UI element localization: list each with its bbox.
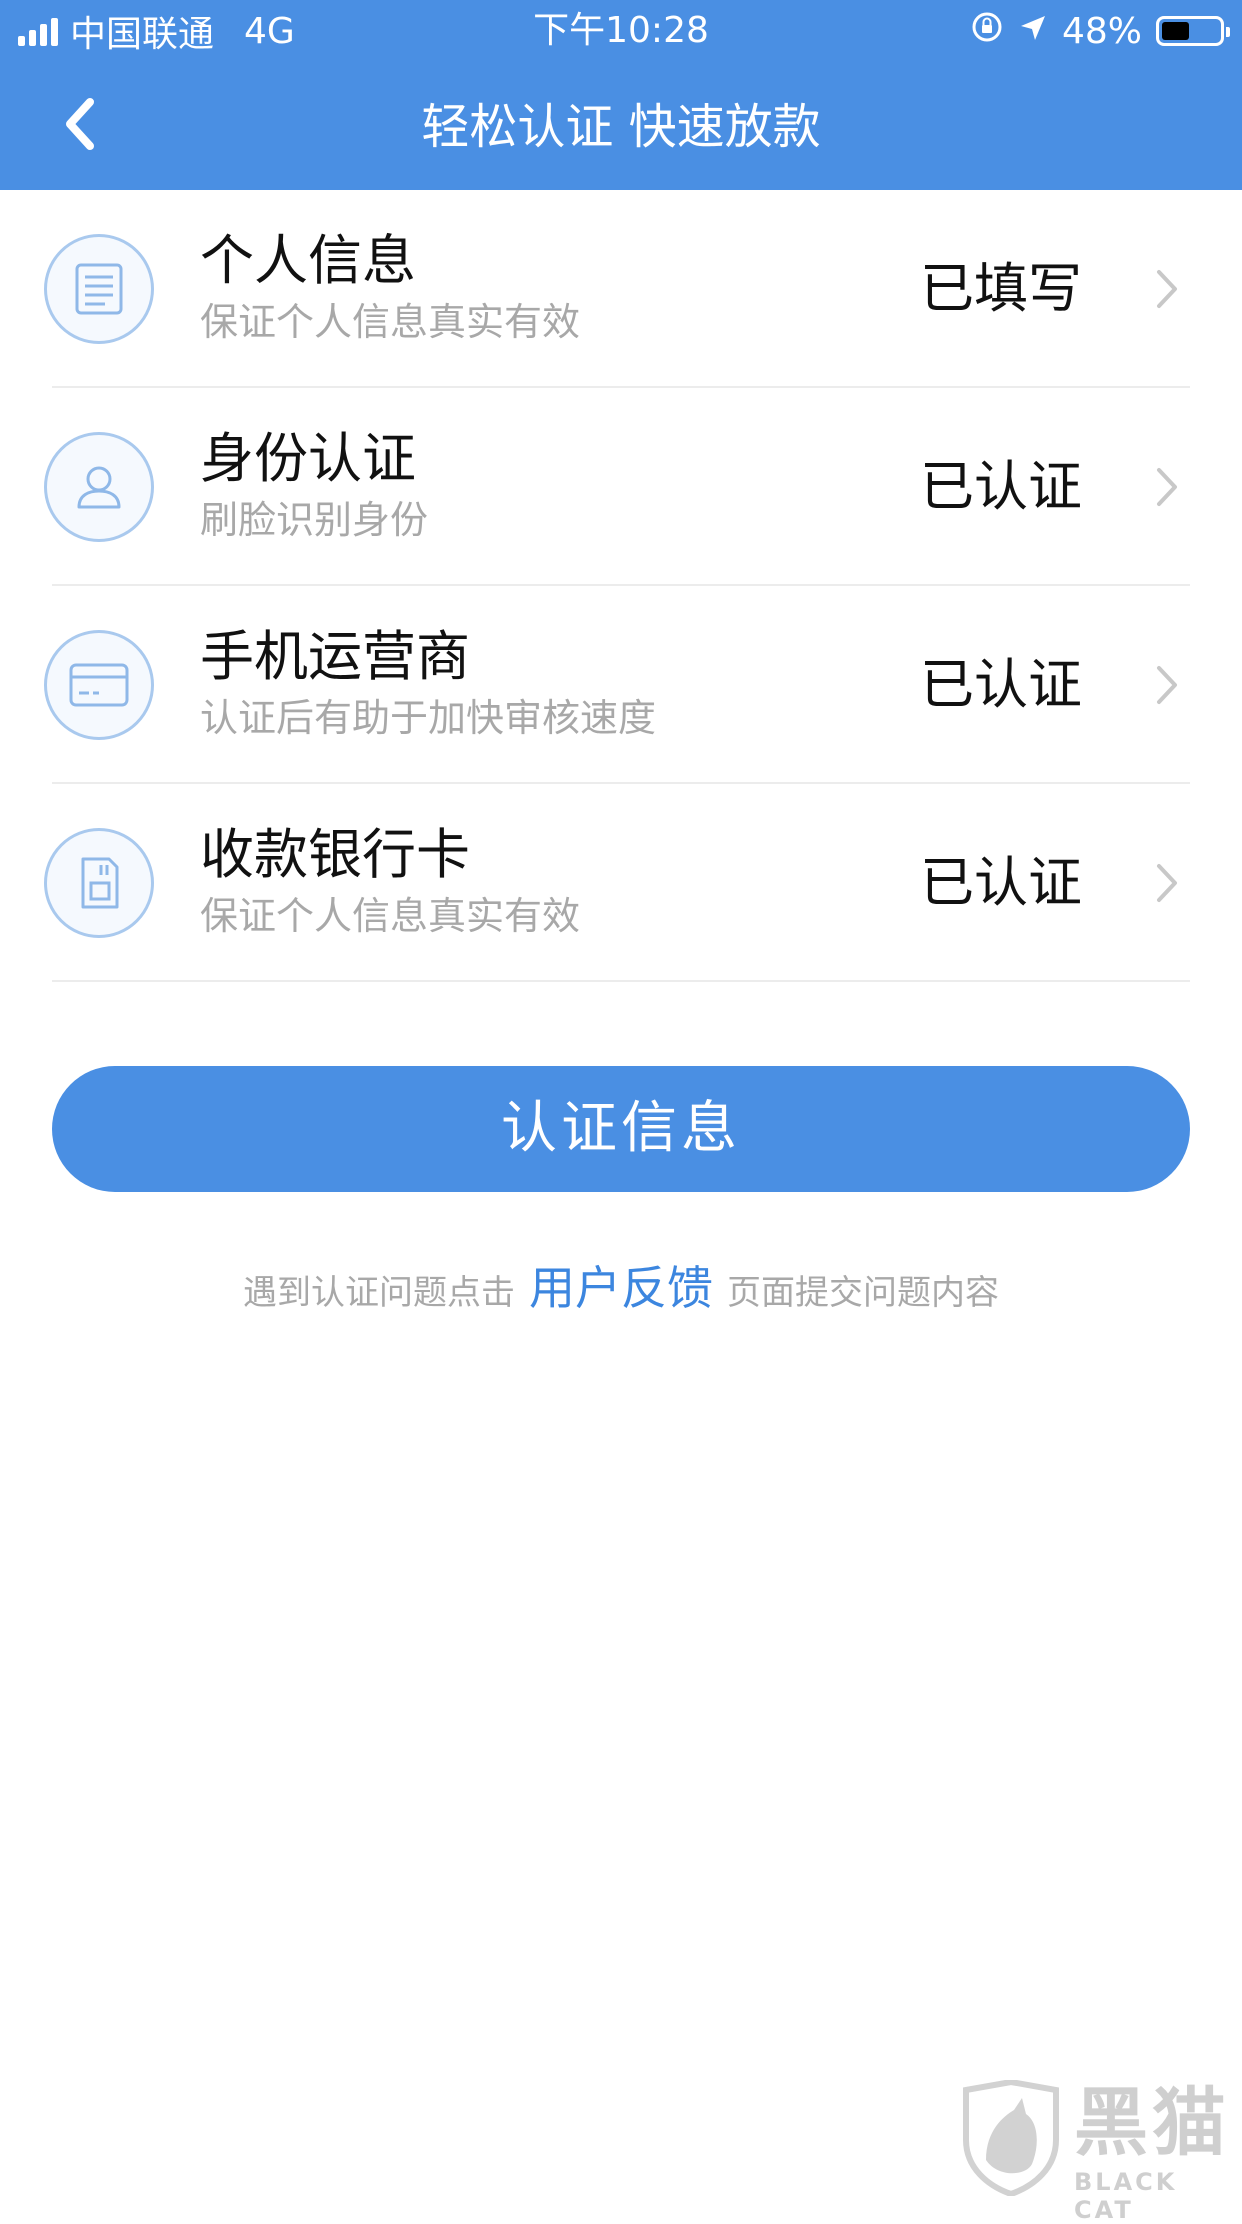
item-subtitle: 刷脸识别身份 (200, 498, 429, 542)
status-bar-right: 48% (970, 10, 1230, 53)
watermark-text: 黑猫 (1074, 2080, 1230, 2166)
item-status: 已填写 (920, 257, 1082, 320)
chevron-right-icon (1142, 858, 1192, 908)
divider (52, 980, 1190, 982)
watermark-logo: 黑猫 BLACK CAT (956, 2080, 1236, 2224)
item-title: 手机运营商 (200, 625, 470, 688)
item-title: 个人信息 (200, 229, 416, 292)
item-subtitle: 保证个人信息真实有效 (200, 300, 581, 344)
item-status: 已认证 (920, 653, 1082, 716)
card-icon (44, 630, 154, 740)
list-item-personal-info[interactable]: 个人信息 保证个人信息真实有效 已填写 (0, 190, 1242, 388)
item-subtitle: 认证后有助于加快审核速度 (200, 696, 657, 740)
hint-text-before: 遇到认证问题点击 (243, 1273, 515, 1313)
document-icon (44, 234, 154, 344)
verification-list: 个人信息 保证个人信息真实有效 已填写 身份认证 刷脸识别身份 已认证 手机运营… (0, 190, 1242, 982)
cat-shield-icon (963, 2080, 1059, 2196)
user-feedback-link[interactable]: 用户反馈 (529, 1261, 713, 1315)
list-item-mobile-carrier[interactable]: 手机运营商 认证后有助于加快审核速度 已认证 (0, 586, 1242, 784)
feedback-hint: 遇到认证问题点击 用户反馈 页面提交问题内容 (0, 1258, 1242, 1323)
chevron-right-icon (1142, 462, 1192, 512)
chevron-right-icon (1142, 660, 1192, 710)
item-title: 收款银行卡 (200, 823, 470, 886)
watermark-subtext: BLACK CAT (1074, 2168, 1178, 2224)
sim-card-icon (44, 828, 154, 938)
chevron-right-icon (1142, 264, 1192, 314)
status-bar: 中国联通 4G 下午10:28 48% (0, 0, 1242, 64)
list-item-identity[interactable]: 身份认证 刷脸识别身份 已认证 (0, 388, 1242, 586)
battery-percent: 48% (1061, 10, 1142, 52)
rotation-lock-icon (970, 10, 1004, 53)
item-subtitle: 保证个人信息真实有效 (200, 894, 581, 938)
location-arrow-icon (1018, 11, 1048, 52)
item-status: 已认证 (920, 851, 1082, 914)
person-icon (44, 432, 154, 542)
app-header: 中国联通 4G 下午10:28 48% 轻松认证 快速放款 (0, 0, 1242, 190)
item-title: 身份认证 (200, 427, 416, 490)
item-status: 已认证 (920, 455, 1082, 518)
battery-icon (1156, 16, 1230, 46)
verify-info-button[interactable]: 认证信息 (52, 1066, 1190, 1192)
hint-text-after: 页面提交问题内容 (727, 1273, 999, 1313)
page-title: 轻松认证 快速放款 (421, 99, 821, 155)
list-item-bank-card[interactable]: 收款银行卡 保证个人信息真实有效 已认证 (0, 784, 1242, 982)
nav-bar: 轻松认证 快速放款 (0, 64, 1242, 190)
